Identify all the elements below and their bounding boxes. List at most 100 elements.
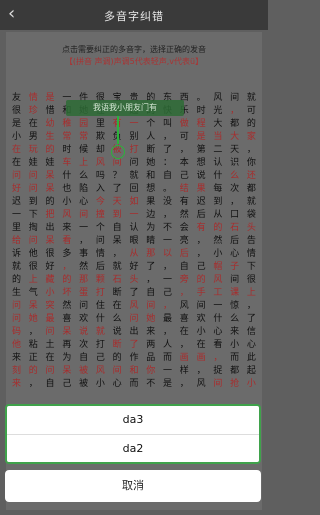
text-char[interactable]: 就 (94, 326, 107, 339)
text-char[interactable]: 玩 (27, 144, 40, 157)
text-char[interactable]: 问 (127, 313, 140, 326)
text-char[interactable]: 情 (94, 248, 107, 261)
text-char[interactable]: 果 (195, 183, 208, 196)
text-char[interactable]: ， (178, 378, 191, 391)
text-char[interactable]: 码 (10, 326, 23, 339)
text-char[interactable]: 断 (111, 339, 124, 352)
text-char[interactable]: 为 (60, 352, 73, 365)
text-char[interactable]: 告 (245, 235, 258, 248)
text-char[interactable]: 会 (178, 222, 191, 235)
text-char[interactable]: ， (161, 326, 174, 339)
text-char[interactable]: ， (161, 300, 174, 313)
text-char[interactable]: 小 (44, 287, 57, 300)
text-char[interactable]: 什 (60, 170, 73, 183)
text-char[interactable]: 识 (228, 157, 241, 170)
text-char[interactable]: 间 (228, 92, 241, 105)
text-char[interactable]: 此 (245, 352, 258, 365)
text-char[interactable]: 问 (77, 300, 90, 313)
text-char[interactable]: 情 (27, 92, 40, 105)
text-char[interactable]: 粘 (27, 339, 40, 352)
text-char[interactable]: 在 (178, 326, 191, 339)
text-char[interactable]: 他 (27, 248, 40, 261)
text-char[interactable]: 吗 (94, 170, 107, 183)
text-char[interactable]: 车 (60, 157, 73, 170)
text-char[interactable]: 天 (111, 196, 124, 209)
text-char[interactable]: ， (144, 274, 157, 287)
text-char[interactable]: 袋 (245, 209, 258, 222)
text-char[interactable]: ， (195, 365, 208, 378)
text-char[interactable]: 己 (60, 378, 73, 391)
text-char[interactable]: 己 (195, 261, 208, 274)
text-char[interactable]: ， (161, 131, 174, 144)
text-char[interactable]: 人 (144, 131, 157, 144)
text-char[interactable]: 那 (77, 274, 90, 287)
text-char[interactable]: 样 (178, 365, 191, 378)
text-char[interactable]: 自 (44, 378, 57, 391)
text-char[interactable]: 问 (44, 365, 57, 378)
text-char[interactable]: 石 (228, 222, 241, 235)
text-char[interactable]: ， (228, 196, 241, 209)
text-char[interactable]: 问 (10, 170, 23, 183)
text-char[interactable]: 间 (77, 209, 90, 222)
text-char[interactable]: 问 (27, 183, 40, 196)
text-char[interactable]: 画 (178, 352, 191, 365)
text-char[interactable]: 是 (195, 131, 208, 144)
text-char[interactable]: 问 (27, 170, 40, 183)
text-char[interactable]: 就 (127, 170, 140, 183)
text-char[interactable]: 边 (144, 209, 157, 222)
text-char[interactable]: 小 (211, 248, 224, 261)
text-char[interactable]: 刻 (10, 365, 23, 378)
text-char[interactable]: 却 (94, 144, 107, 157)
text-char[interactable]: 上 (77, 157, 90, 170)
text-char[interactable]: 己 (161, 287, 174, 300)
text-char[interactable]: 来 (60, 222, 73, 235)
text-char[interactable]: 旁 (178, 274, 191, 287)
text-char[interactable]: 看 (60, 235, 73, 248)
text-char[interactable]: 很 (245, 274, 258, 287)
text-char[interactable]: 也 (60, 183, 73, 196)
text-char[interactable]: 下 (245, 261, 258, 274)
text-char[interactable]: ， (178, 339, 191, 352)
text-char[interactable]: 第 (195, 144, 208, 157)
text-char[interactable]: 本 (178, 157, 191, 170)
text-char[interactable]: 想 (195, 157, 208, 170)
text-char[interactable]: ， (161, 261, 174, 274)
text-char[interactable]: ， (245, 144, 258, 157)
text-char[interactable]: 很 (10, 105, 23, 118)
text-char[interactable]: 惊 (228, 300, 241, 313)
text-char[interactable]: 了 (161, 144, 174, 157)
text-char[interactable]: 。 (195, 92, 208, 105)
text-char[interactable]: 就 (245, 92, 258, 105)
text-char[interactable]: 正 (27, 352, 40, 365)
text-char[interactable]: 心 (228, 248, 241, 261)
text-char[interactable]: 回 (127, 183, 140, 196)
text-char[interactable]: 生 (44, 131, 57, 144)
text-char[interactable]: 幼 (44, 118, 57, 131)
text-char[interactable]: 呆 (27, 300, 40, 313)
text-char[interactable]: 蛋 (77, 287, 90, 300)
text-char[interactable]: 家 (245, 131, 258, 144)
text-char[interactable]: 就 (10, 261, 23, 274)
text-char[interactable]: 下 (27, 209, 40, 222)
text-char[interactable]: 没 (161, 196, 174, 209)
text-char[interactable]: 出 (44, 222, 57, 235)
text-char[interactable]: ？ (111, 170, 124, 183)
text-char[interactable]: 的 (27, 365, 40, 378)
text-char[interactable]: 她 (144, 157, 157, 170)
text-char[interactable]: 风 (211, 274, 224, 287)
text-char[interactable]: 后 (228, 235, 241, 248)
text-char[interactable]: 光 (211, 105, 224, 118)
text-char[interactable]: 口 (228, 209, 241, 222)
text-char[interactable]: 很 (44, 248, 57, 261)
text-char[interactable]: 的 (245, 118, 258, 131)
text-char[interactable]: 自 (111, 222, 124, 235)
text-char[interactable]: 后 (94, 261, 107, 274)
text-char[interactable]: 突 (44, 300, 57, 313)
text-char[interactable]: 自 (178, 261, 191, 274)
text-char[interactable]: 是 (10, 118, 23, 131)
text-char[interactable]: 把 (44, 209, 57, 222)
text-char[interactable]: 呆 (44, 170, 57, 183)
text-char[interactable]: 都 (245, 183, 258, 196)
text-char[interactable]: 一 (77, 222, 90, 235)
text-char[interactable]: 再 (60, 339, 73, 352)
